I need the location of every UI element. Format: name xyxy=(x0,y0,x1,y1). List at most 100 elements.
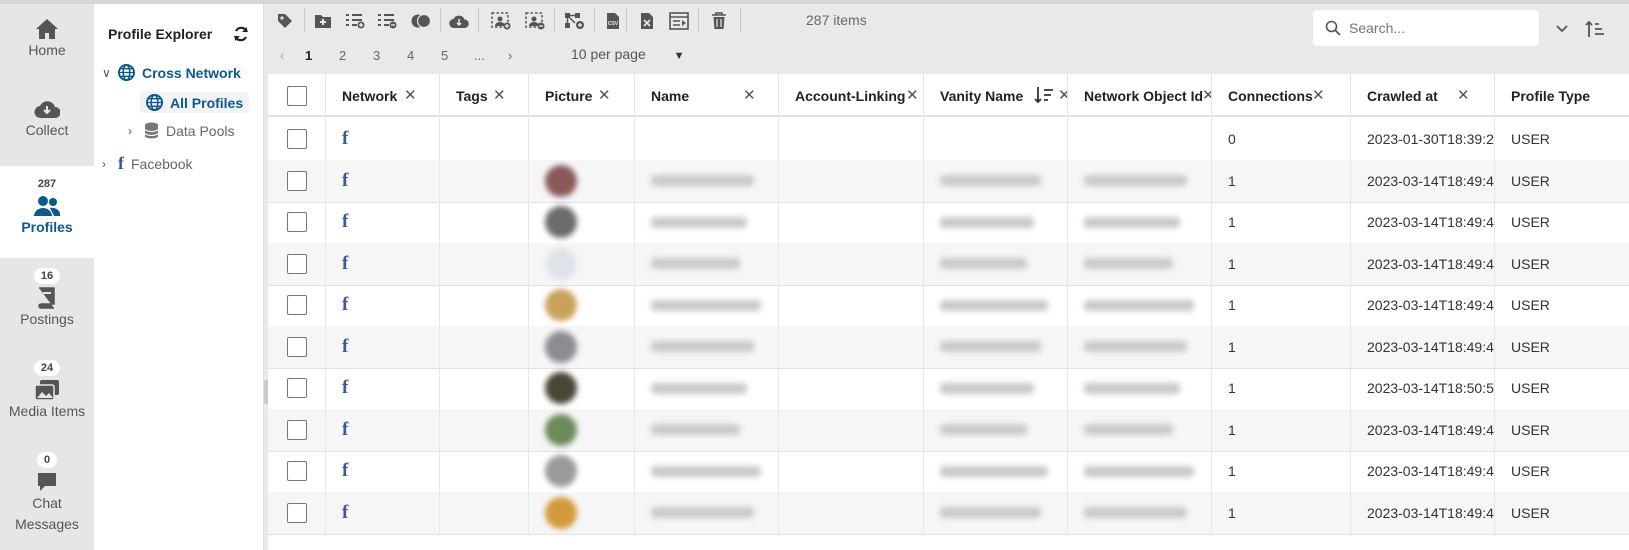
header-connections[interactable]: Connections ✕ xyxy=(1212,74,1351,117)
page-4[interactable]: 4 xyxy=(407,48,414,63)
tree-data-pools[interactable]: › Data Pools xyxy=(128,122,234,139)
chevron-right-icon[interactable]: › xyxy=(128,124,144,138)
header-name[interactable]: Name ✕ xyxy=(635,74,779,117)
remove-column-icon[interactable]: ✕ xyxy=(404,86,417,104)
page-1[interactable]: 1 xyxy=(305,48,312,63)
header-account-linking[interactable]: Account-Linking ✕ xyxy=(779,74,924,117)
table-row[interactable]: f 1 2023-03-14T18:49:45. USER xyxy=(268,284,1629,327)
search-box[interactable] xyxy=(1313,10,1539,46)
table-row[interactable]: f 0 2023-01-30T18:39:23. USER xyxy=(268,118,1629,161)
sort-descending-icon[interactable] xyxy=(1034,86,1054,107)
compare-icon[interactable] xyxy=(410,10,432,32)
chevron-down-icon[interactable]: ∨ xyxy=(102,66,118,80)
header-profile-type[interactable]: Profile Type xyxy=(1495,74,1629,117)
table-row[interactable]: f 1 2023-03-14T18:50:52. USER xyxy=(268,367,1629,410)
cell-crawled-at: 2023-01-30T18:39:23. xyxy=(1351,118,1495,160)
select-all-checkbox[interactable] xyxy=(286,85,307,106)
remove-column-icon[interactable]: ✕ xyxy=(1202,86,1211,104)
toolbar-separator xyxy=(698,8,699,32)
table-row[interactable]: f 1 2023-03-14T18:49:45. USER xyxy=(268,325,1629,369)
row-checkbox[interactable] xyxy=(286,295,307,315)
export-csv-icon[interactable]: CSV xyxy=(602,10,624,32)
rail-home-label: Home xyxy=(28,42,66,58)
cell-name xyxy=(635,450,779,492)
header-vanity-name[interactable]: Vanity Name ✕ xyxy=(924,74,1068,117)
row-checkbox[interactable] xyxy=(286,253,307,274)
table-row[interactable]: f 1 2023-03-14T18:49:45. USER xyxy=(268,491,1629,535)
remove-column-icon[interactable]: ✕ xyxy=(906,86,919,104)
report-icon[interactable] xyxy=(668,10,690,32)
row-checkbox[interactable] xyxy=(286,461,307,481)
rail-collect[interactable]: Collect xyxy=(0,98,94,160)
cell-name xyxy=(635,408,779,451)
remove-column-icon[interactable]: ✕ xyxy=(1058,86,1067,104)
table-row[interactable]: f 1 2023-03-14T18:49:45. USER xyxy=(268,450,1629,493)
chevron-down-icon[interactable] xyxy=(1551,18,1573,40)
add-folder-icon[interactable] xyxy=(312,10,334,32)
cell-crawled-at: 2023-03-14T18:49:45. xyxy=(1351,242,1495,285)
toolbar-separator xyxy=(440,8,441,32)
remove-column-icon[interactable]: ✕ xyxy=(1312,86,1325,104)
cell-profile-type: USER xyxy=(1511,338,1550,355)
page-ellipsis[interactable]: ... xyxy=(474,48,485,63)
cloud-download-icon[interactable] xyxy=(448,10,470,32)
row-checkbox[interactable] xyxy=(286,170,307,191)
graph-add-icon[interactable] xyxy=(564,10,586,32)
row-checkbox[interactable] xyxy=(286,502,307,523)
redacted-text xyxy=(1084,299,1194,311)
trash-icon[interactable] xyxy=(708,10,730,32)
refresh-icon[interactable] xyxy=(232,25,250,48)
tree-cross-network[interactable]: ∨ Cross Network xyxy=(102,64,241,81)
row-checkbox[interactable] xyxy=(286,378,307,398)
header-picture[interactable]: Picture ✕ xyxy=(529,74,635,117)
header-network-object-id[interactable]: Network Object Id✕ xyxy=(1068,74,1212,117)
row-checkbox[interactable] xyxy=(286,336,307,357)
list-add-icon[interactable] xyxy=(344,10,366,32)
next-page-icon[interactable]: › xyxy=(508,48,512,63)
page-2[interactable]: 2 xyxy=(339,48,346,63)
per-page-select[interactable]: 10 per page ▼ xyxy=(571,46,685,62)
export-excel-icon[interactable] xyxy=(636,10,658,32)
rail-media-items[interactable]: 24 Media Items xyxy=(0,358,94,434)
table-row[interactable]: f 1 2023-03-14T18:49:45. USER xyxy=(268,242,1629,286)
row-checkbox[interactable] xyxy=(286,419,307,440)
page-5[interactable]: 5 xyxy=(441,48,448,63)
header-tags[interactable]: Tags ✕ xyxy=(440,74,529,117)
prev-page-icon[interactable]: ‹ xyxy=(280,48,284,63)
cell-profile-type: USER xyxy=(1511,172,1550,189)
remove-column-icon[interactable]: ✕ xyxy=(598,86,611,104)
header-network-object-id-label: Network Object Id xyxy=(1084,87,1204,104)
tree-all-profiles[interactable]: All Profiles xyxy=(140,92,250,113)
rail-profiles[interactable]: 287 Profiles xyxy=(0,166,94,258)
row-checkbox[interactable] xyxy=(286,129,307,149)
cell-connections: 1 xyxy=(1212,201,1351,243)
table-row[interactable]: f 1 2023-03-14T18:49:45. USER xyxy=(268,201,1629,244)
cell-network-object-id xyxy=(1068,367,1212,409)
sort-ascending-icon[interactable] xyxy=(1584,18,1606,40)
remove-column-icon[interactable]: ✕ xyxy=(493,86,506,104)
avatar xyxy=(545,413,577,446)
tree-facebook-label: Facebook xyxy=(131,155,193,172)
select-add-icon[interactable] xyxy=(490,10,512,32)
table-row[interactable]: f 1 2023-03-14T18:49:45. USER xyxy=(268,408,1629,452)
search-input[interactable] xyxy=(1349,20,1519,36)
caret-down-icon: ▼ xyxy=(673,50,685,62)
table-row[interactable]: f 1 2023-03-14T18:49:45. USER xyxy=(268,159,1629,203)
cell-connections: 1 xyxy=(1212,325,1351,368)
tag-icon[interactable] xyxy=(274,10,296,32)
cell-account-linking xyxy=(779,284,924,326)
rail-chat-messages[interactable]: 0 Chat Messages xyxy=(0,450,94,546)
page-3[interactable]: 3 xyxy=(373,48,380,63)
rail-home[interactable]: Home xyxy=(0,18,94,80)
list-remove-icon[interactable] xyxy=(376,10,398,32)
row-checkbox[interactable] xyxy=(286,212,307,232)
header-network[interactable]: Network ✕ xyxy=(326,74,440,117)
remove-column-icon[interactable]: ✕ xyxy=(743,86,756,104)
select-remove-icon[interactable] xyxy=(524,10,546,32)
rail-postings[interactable]: 16 Postings xyxy=(0,266,94,342)
tree-facebook[interactable]: › f Facebook xyxy=(102,153,192,174)
header-crawled-at[interactable]: Crawled at ✕ xyxy=(1351,74,1495,117)
remove-column-icon[interactable]: ✕ xyxy=(1457,86,1470,104)
chevron-right-icon[interactable]: › xyxy=(102,157,118,171)
cell-profile-type: USER xyxy=(1511,255,1550,272)
